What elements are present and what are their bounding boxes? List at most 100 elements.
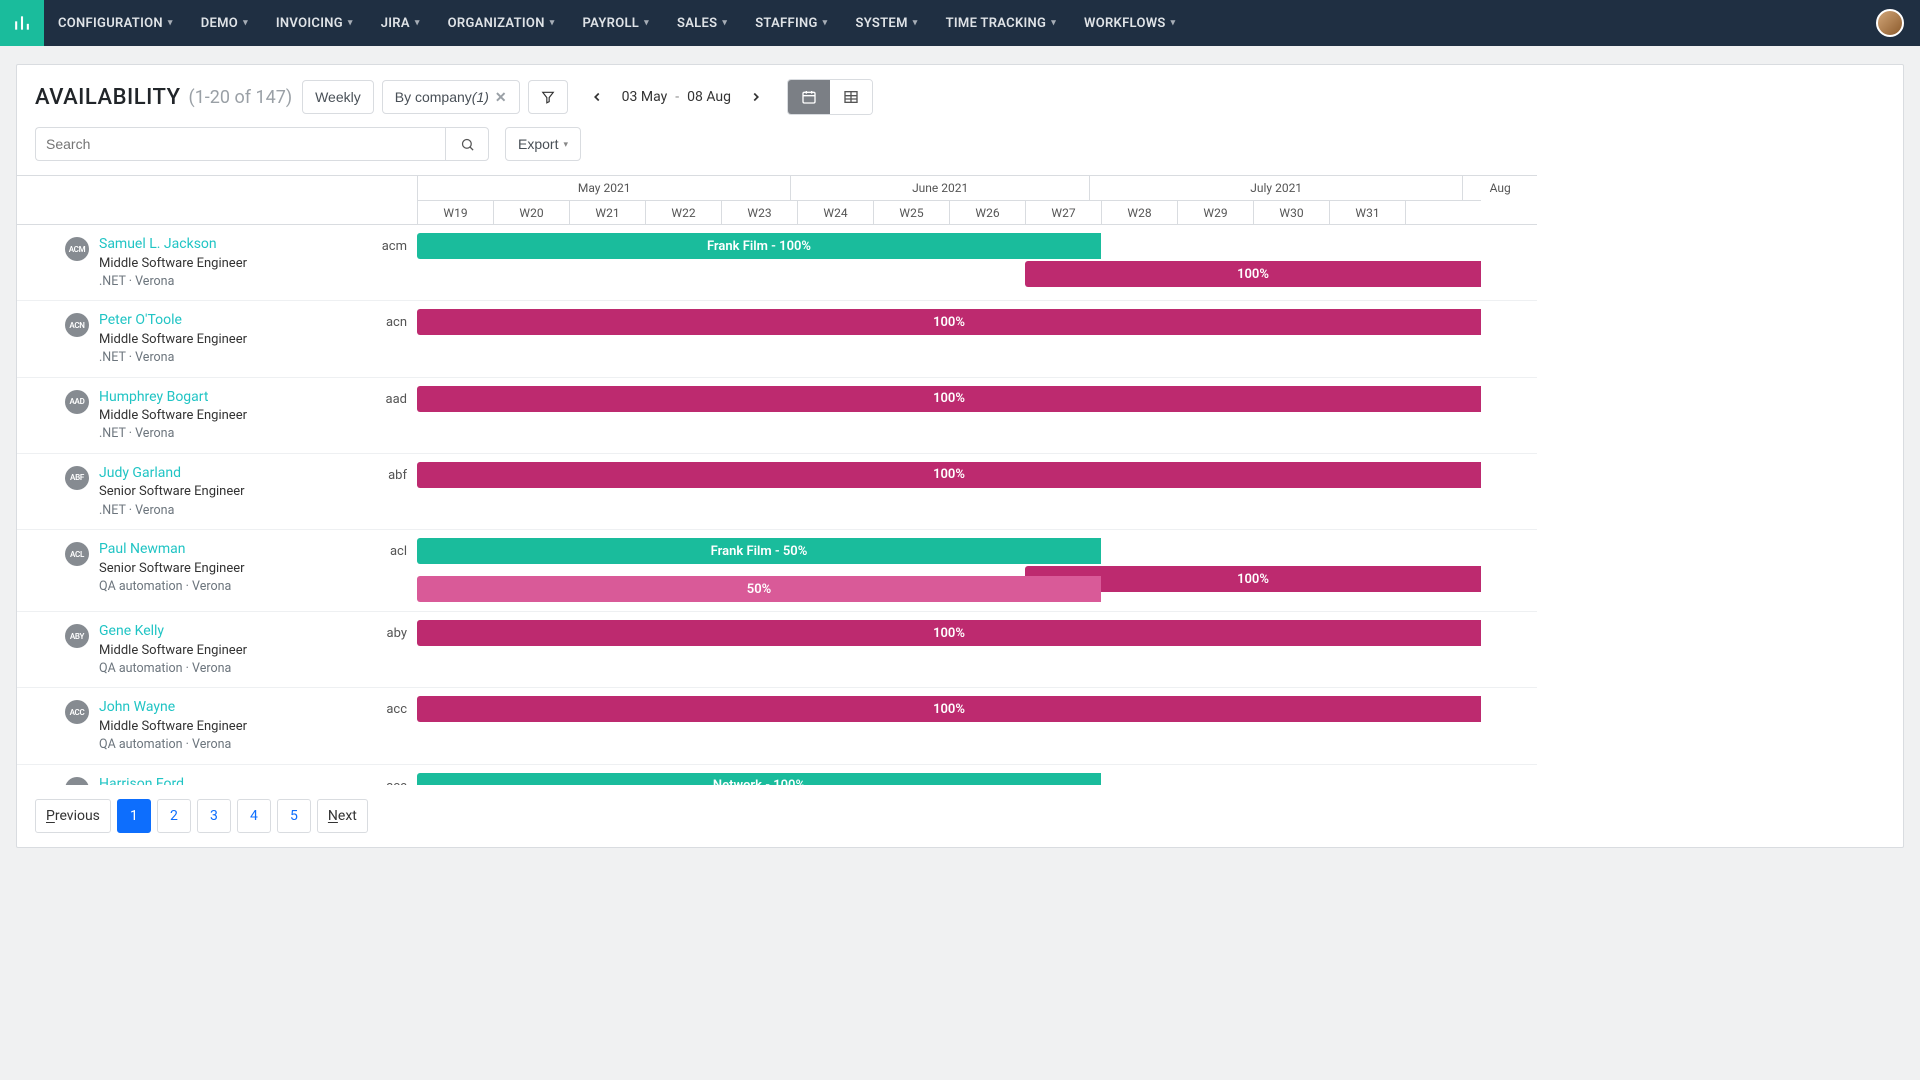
brand-logo[interactable] bbox=[0, 0, 44, 46]
date-nav: 03 May - 08 Aug bbox=[582, 80, 771, 114]
period-button[interactable]: Weekly bbox=[302, 80, 374, 114]
week-header: W30 bbox=[1253, 200, 1329, 224]
nav-item-system[interactable]: SYSTEM▾ bbox=[841, 0, 931, 46]
nav-item-invoicing[interactable]: INVOICING▾ bbox=[262, 0, 367, 46]
row-bars: Frank Film - 50%100%50% bbox=[417, 530, 1537, 546]
person-avatar: AAD bbox=[65, 390, 89, 414]
search-button[interactable] bbox=[445, 127, 489, 161]
person-meta: .NET · Verona bbox=[99, 349, 247, 367]
person-name-link[interactable]: Gene Kelly bbox=[99, 622, 247, 642]
nav-items: CONFIGURATION▾DEMO▾INVOICING▾JIRA▾ORGANI… bbox=[44, 0, 1860, 46]
user-avatar[interactable] bbox=[1876, 9, 1904, 37]
nav-item-label: SYSTEM bbox=[855, 16, 907, 31]
gantt-rows[interactable]: ACM Samuel L. Jackson Middle Software Engi… bbox=[17, 225, 1537, 785]
nav-item-label: CONFIGURATION bbox=[58, 16, 163, 31]
nav-item-label: SALES bbox=[677, 16, 717, 31]
table-row: ACLPaul NewmanSenior Software EngineerQA… bbox=[17, 530, 1537, 612]
allocation-bar[interactable]: 100% bbox=[1025, 261, 1481, 287]
table-view-button[interactable] bbox=[830, 80, 872, 114]
nav-item-organization[interactable]: ORGANIZATION▾ bbox=[434, 0, 569, 46]
nav-item-label: ORGANIZATION bbox=[448, 16, 545, 31]
pagination-page-5[interactable]: 5 bbox=[277, 799, 311, 833]
pagination: Previous12345Next bbox=[17, 785, 1903, 837]
calendar-view-button[interactable] bbox=[788, 80, 830, 114]
table-row: ACMSamuel L. JacksonMiddle Software Engi… bbox=[17, 225, 1537, 301]
search-input[interactable] bbox=[35, 127, 445, 161]
person-avatar: ACC bbox=[65, 700, 89, 724]
person-name-link[interactable]: Harrison Ford bbox=[99, 775, 247, 785]
allocation-bar[interactable]: 100% bbox=[417, 309, 1481, 335]
close-icon[interactable]: ✕ bbox=[495, 89, 507, 106]
pagination-page-2[interactable]: 2 bbox=[157, 799, 191, 833]
person-code: aby bbox=[387, 626, 407, 641]
person-name-link[interactable]: Judy Garland bbox=[99, 464, 245, 484]
nav-item-jira[interactable]: JIRA▾ bbox=[367, 0, 434, 46]
pagination-next[interactable]: Next bbox=[317, 799, 368, 833]
row-info: Harrison FordMiddle Software EngineerFro… bbox=[99, 775, 247, 785]
person-name-link[interactable]: Paul Newman bbox=[99, 540, 245, 560]
chevron-down-icon: ▾ bbox=[1051, 18, 1056, 28]
row-info: Paul NewmanSenior Software EngineerQA au… bbox=[99, 540, 245, 595]
search-wrap bbox=[35, 127, 489, 161]
page-title: AVAILABILITY bbox=[35, 85, 181, 110]
allocation-bar[interactable]: Frank Film - 50% bbox=[417, 538, 1101, 564]
week-header: W22 bbox=[645, 200, 721, 224]
row-left: ACE Harrison FordMiddle Software Engineer… bbox=[17, 765, 417, 785]
nav-item-workflows[interactable]: WORKFLOWS▾ bbox=[1070, 0, 1189, 46]
allocation-bar[interactable]: 100% bbox=[417, 462, 1481, 488]
nav-item-payroll[interactable]: PAYROLL▾ bbox=[569, 0, 663, 46]
pagination-page-4[interactable]: 4 bbox=[237, 799, 271, 833]
person-code: aad bbox=[386, 392, 407, 407]
pagination-prev[interactable]: Previous bbox=[35, 799, 111, 833]
next-range-button[interactable] bbox=[741, 80, 771, 114]
person-role: Middle Software Engineer bbox=[99, 642, 247, 660]
nav-item-sales[interactable]: SALES▾ bbox=[663, 0, 741, 46]
nav-item-configuration[interactable]: CONFIGURATION▾ bbox=[44, 0, 187, 46]
nav-item-demo[interactable]: DEMO▾ bbox=[187, 0, 262, 46]
gantt-scroll[interactable]: May 2021June 2021July 2021Aug W19W20W21W… bbox=[17, 175, 1903, 785]
top-navbar: CONFIGURATION▾DEMO▾INVOICING▾JIRA▾ORGANI… bbox=[0, 0, 1920, 46]
person-code: acn bbox=[386, 315, 407, 330]
toolbar-row-2: Export ▾ bbox=[17, 123, 1903, 175]
chevron-down-icon: ▾ bbox=[1171, 18, 1176, 28]
calendar-icon bbox=[801, 89, 817, 105]
person-avatar: ACM bbox=[65, 237, 89, 261]
export-button[interactable]: Export ▾ bbox=[505, 127, 581, 161]
allocation-bar[interactable]: 100% bbox=[417, 696, 1481, 722]
person-role: Middle Software Engineer bbox=[99, 407, 247, 425]
prev-range-button[interactable] bbox=[582, 80, 612, 114]
allocation-bar[interactable]: Network - 100% bbox=[417, 773, 1101, 785]
allocation-bar[interactable]: 50% bbox=[417, 576, 1101, 602]
nav-item-time-tracking[interactable]: TIME TRACKING▾ bbox=[932, 0, 1070, 46]
nav-right bbox=[1860, 0, 1920, 46]
allocation-bar[interactable]: 100% bbox=[417, 386, 1481, 412]
person-avatar: ACN bbox=[65, 313, 89, 337]
person-name-link[interactable]: Samuel L. Jackson bbox=[99, 235, 247, 255]
allocation-bar[interactable]: 100% bbox=[417, 620, 1481, 646]
person-avatar: ACE bbox=[65, 777, 89, 785]
group-by-button[interactable]: By company (1) ✕ bbox=[382, 80, 520, 114]
person-name-link[interactable]: John Wayne bbox=[99, 698, 247, 718]
allocation-bar[interactable]: Frank Film - 100% bbox=[417, 233, 1101, 259]
nav-item-staffing[interactable]: STAFFING▾ bbox=[741, 0, 841, 46]
person-code: ace bbox=[386, 779, 407, 785]
pagination-page-3[interactable]: 3 bbox=[197, 799, 231, 833]
date-range[interactable]: 03 May - 08 Aug bbox=[612, 80, 741, 114]
person-name-link[interactable]: Peter O'Toole bbox=[99, 311, 247, 331]
export-label: Export bbox=[518, 136, 558, 152]
week-header: W20 bbox=[493, 200, 569, 224]
person-name-link[interactable]: Humphrey Bogart bbox=[99, 388, 247, 408]
nav-item-label: INVOICING bbox=[276, 16, 343, 31]
month-header: May 2021 bbox=[417, 176, 790, 200]
chevron-down-icon: ▾ bbox=[644, 18, 649, 28]
person-meta: .NET · Verona bbox=[99, 273, 247, 291]
group-by-label: By company bbox=[395, 89, 472, 105]
filter-button[interactable] bbox=[528, 80, 568, 114]
nav-item-label: STAFFING bbox=[755, 16, 817, 31]
search-icon bbox=[460, 137, 475, 152]
month-header: Aug bbox=[1462, 176, 1537, 200]
week-header: W31 bbox=[1329, 200, 1405, 224]
person-code: acl bbox=[390, 544, 407, 559]
person-meta: .NET · Verona bbox=[99, 502, 245, 520]
pagination-page-1[interactable]: 1 bbox=[117, 799, 151, 833]
